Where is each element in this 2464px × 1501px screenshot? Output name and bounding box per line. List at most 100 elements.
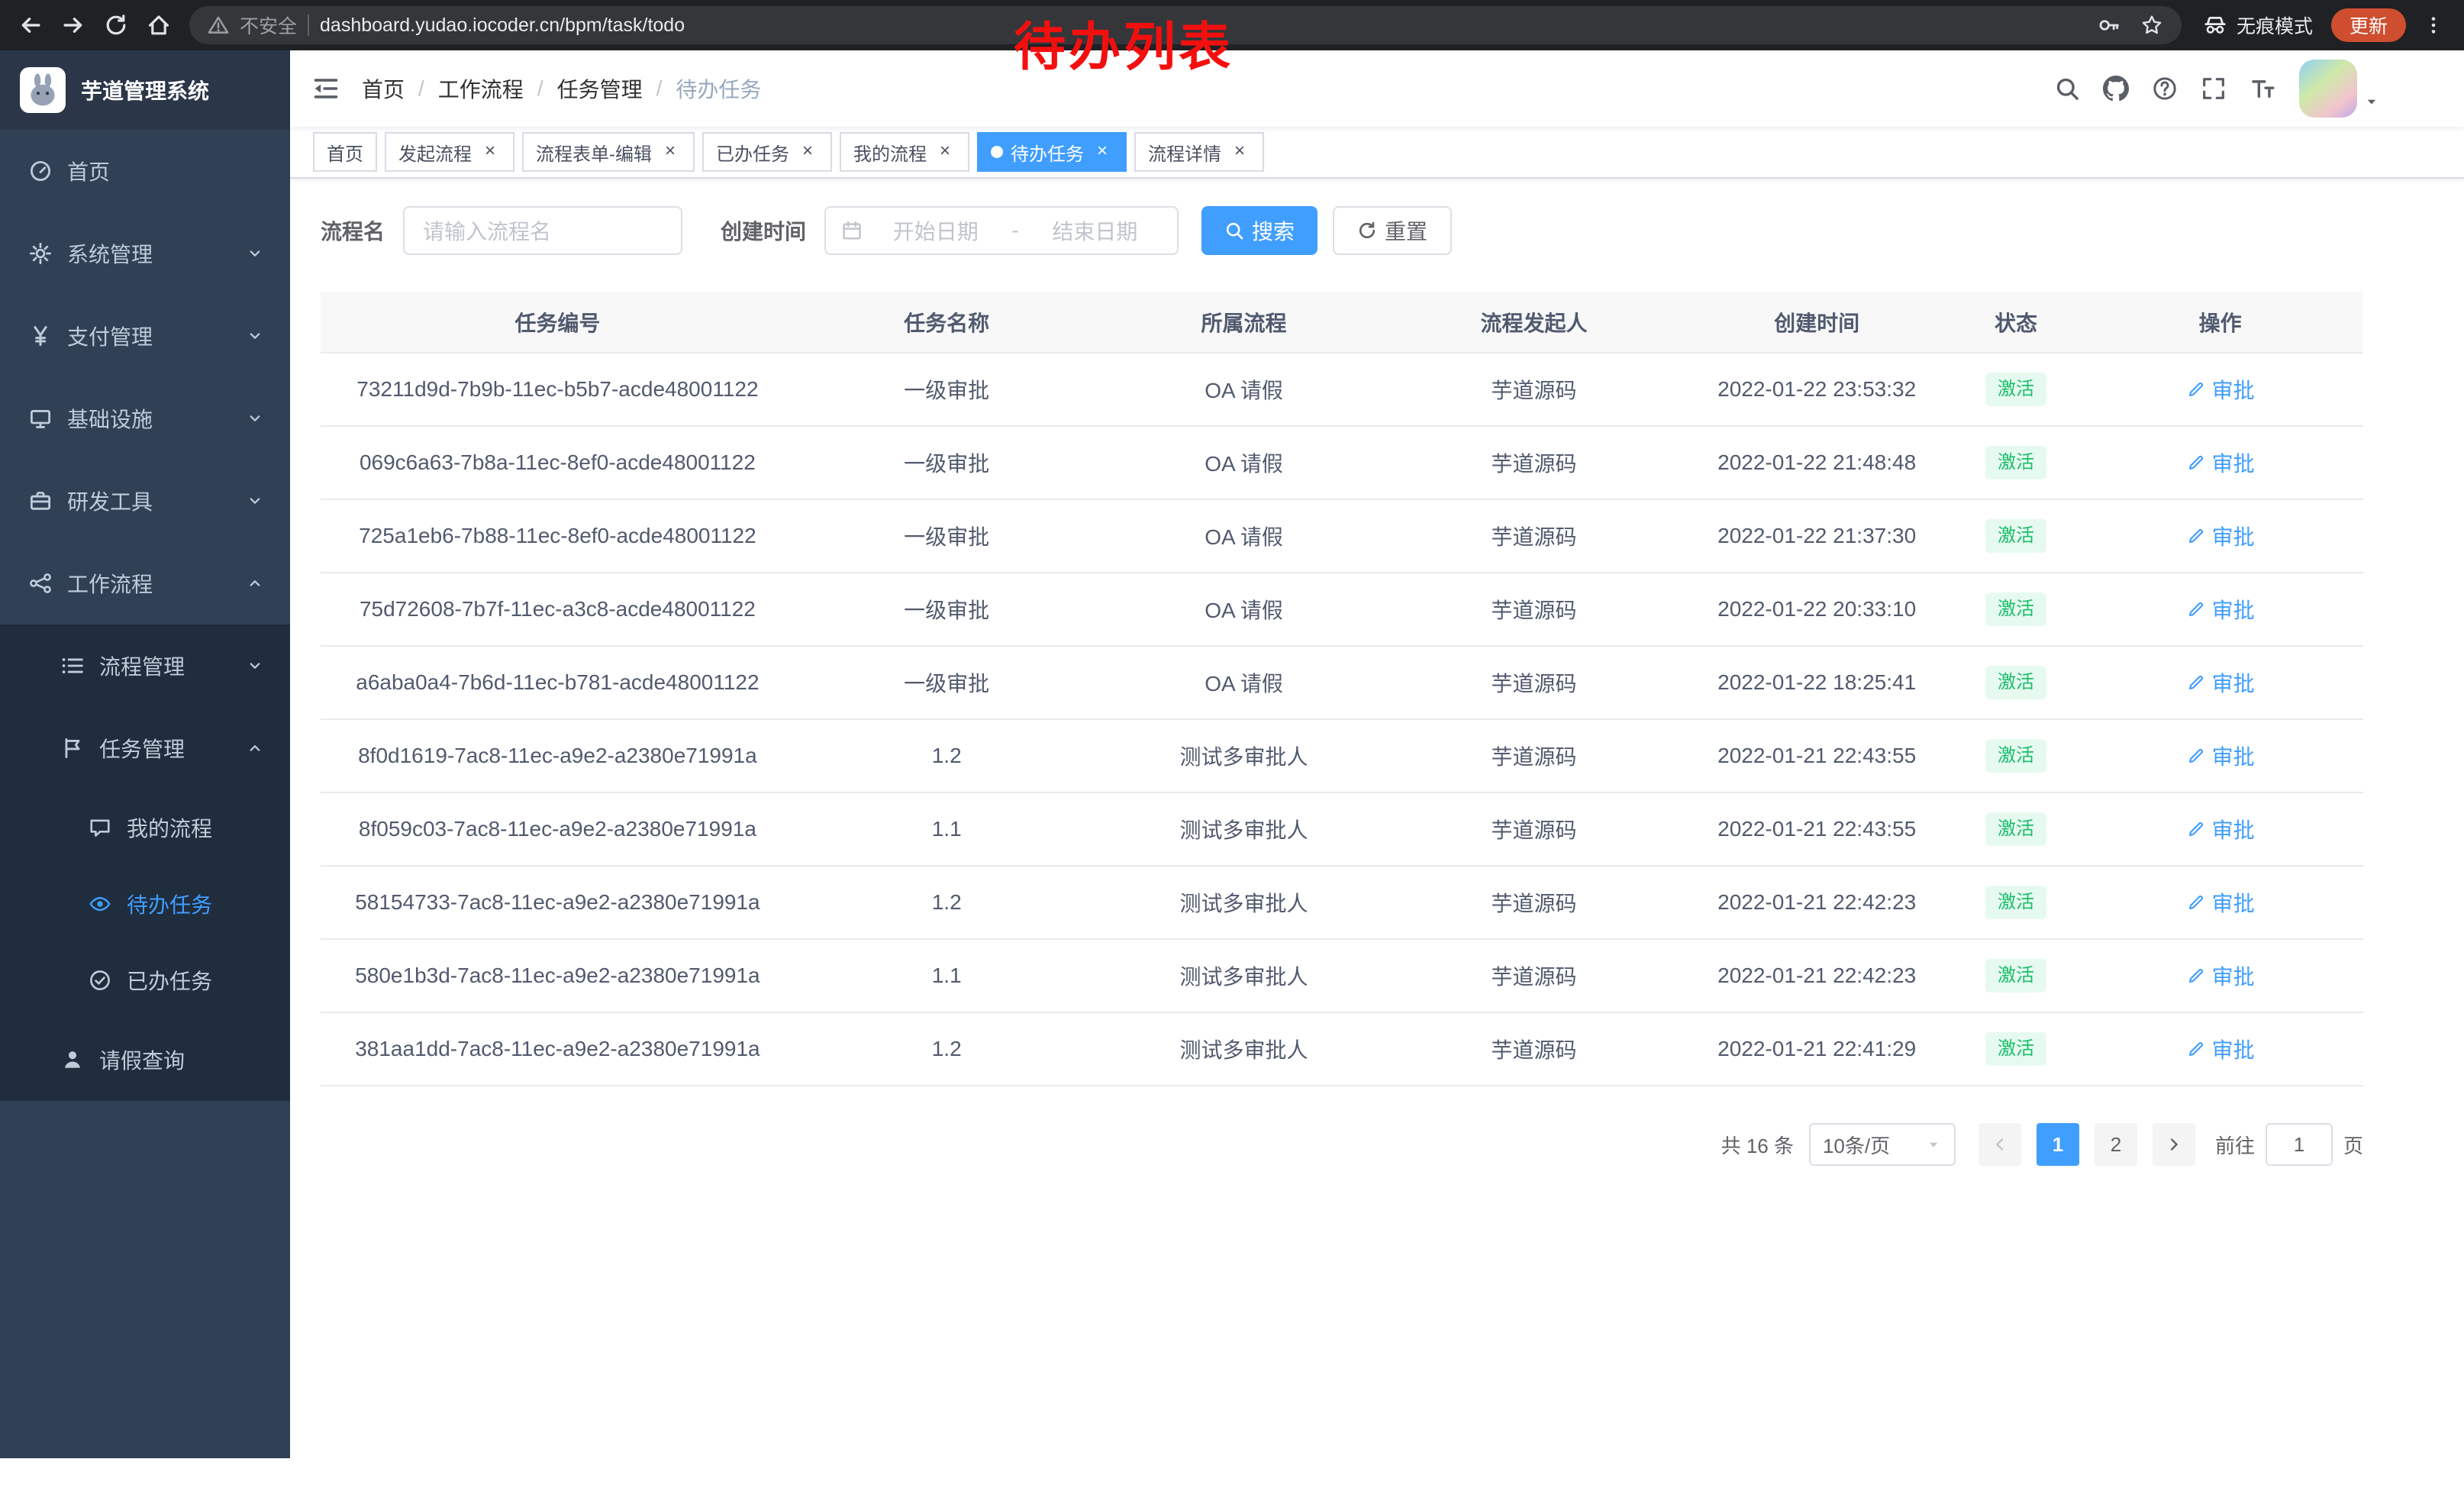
sidebar-item-workflow[interactable]: 工作流程 <box>0 542 290 625</box>
next-page-button[interactable] <box>2153 1123 2195 1166</box>
page-button-2[interactable]: 2 <box>2095 1123 2137 1166</box>
todo-task-table: 任务编号任务名称所属流程流程发起人创建时间状态操作 73211d9d-7b9b-… <box>321 292 2363 1086</box>
sidebar-item-dev-tools[interactable]: 研发工具 <box>0 460 290 542</box>
page-size-value: 10条/页 <box>1823 1131 1890 1159</box>
breadcrumb-item-home[interactable]: 首页 <box>362 73 405 104</box>
app-title: 芋道管理系统 <box>81 75 209 105</box>
column-header: 任务名称 <box>795 292 1099 353</box>
status-badge: 激活 <box>1985 519 2046 553</box>
tab-close-icon[interactable]: × <box>797 141 818 163</box>
date-range-picker[interactable]: 开始日期 - 结束日期 <box>824 206 1179 255</box>
browser-home-button[interactable] <box>137 4 180 47</box>
tab-close-icon[interactable]: × <box>660 141 681 163</box>
tab-process-detail[interactable]: 流程详情× <box>1134 132 1264 172</box>
sidebar-item-payment[interactable]: 支付管理 <box>0 295 290 377</box>
sidebar-item-done-task[interactable]: 已办任务 <box>0 942 290 1018</box>
cell-task-id: 8f0d1619-7ac8-11ec-a9e2-a2380e71991a <box>321 719 795 792</box>
tab-close-icon[interactable]: × <box>1229 141 1250 163</box>
tab-start-process[interactable]: 发起流程 × <box>385 132 514 172</box>
browser-refresh-button[interactable] <box>95 4 137 47</box>
tab-done-task[interactable]: 已办任务× <box>702 132 832 172</box>
browser-menu-button[interactable] <box>2412 4 2455 47</box>
cell-task-id: 73211d9d-7b9b-11ec-b5b7-acde48001122 <box>321 353 795 426</box>
bookmark-star-icon[interactable] <box>2140 14 2163 37</box>
tab-form-edit[interactable]: 流程表单-编辑× <box>522 132 695 172</box>
approve-link[interactable]: 审批 <box>2186 447 2255 478</box>
tab-close-icon[interactable]: × <box>934 141 956 163</box>
breadcrumb-separator: / <box>656 76 663 101</box>
cell-initiator: 芋道源码 <box>1389 426 1679 499</box>
password-key-icon[interactable] <box>2098 14 2121 37</box>
goto-page-input[interactable]: 1 <box>2266 1123 2333 1166</box>
cell-action: 审批 <box>2077 719 2363 792</box>
approve-link[interactable]: 审批 <box>2186 887 2255 918</box>
approve-link[interactable]: 审批 <box>2186 374 2255 405</box>
breadcrumb-item-task-mgmt[interactable]: 任务管理 <box>557 73 643 104</box>
table-row: 069c6a63-7b8a-11ec-8ef0-acde48001122一级审批… <box>321 426 2363 499</box>
approve-link[interactable]: 审批 <box>2186 521 2255 551</box>
fullscreen-button[interactable] <box>2189 63 2238 115</box>
cell-action: 审批 <box>2077 866 2363 939</box>
update-button[interactable]: 更新 <box>2331 8 2406 42</box>
search-icon <box>2054 76 2080 102</box>
cell-created-time: 2022-01-21 22:43:55 <box>1679 792 1955 866</box>
range-separator: - <box>1008 218 1021 243</box>
column-header: 所属流程 <box>1099 292 1389 353</box>
font-size-button[interactable] <box>2238 63 2287 115</box>
cell-status: 激活 <box>1955 866 2078 939</box>
github-button[interactable] <box>2091 63 2140 115</box>
header-search-button[interactable] <box>2043 63 2091 115</box>
cell-task-id: 8f059c03-7ac8-11ec-a9e2-a2380e71991a <box>321 792 795 866</box>
page-button-1[interactable]: 1 <box>2037 1123 2079 1166</box>
cell-process: OA 请假 <box>1099 353 1389 426</box>
tab-home[interactable]: 首页 <box>313 132 377 172</box>
avatar-caret-icon[interactable] <box>2363 93 2380 118</box>
search-button[interactable]: 搜索 <box>1201 206 1317 255</box>
approve-link-label: 审批 <box>2212 741 2255 771</box>
table-row: 75d72608-7b7f-11ec-a3c8-acde48001122一级审批… <box>321 573 2363 646</box>
approve-link[interactable]: 审批 <box>2186 960 2255 991</box>
chevron-down-icon <box>246 492 264 510</box>
cell-task-id: a6aba0a4-7b6d-11ec-b781-acde48001122 <box>321 646 795 719</box>
table-header-row: 任务编号任务名称所属流程流程发起人创建时间状态操作 <box>321 292 2363 353</box>
approve-link[interactable]: 审批 <box>2186 667 2255 698</box>
cell-task-name: 1.1 <box>795 939 1099 1012</box>
approve-link[interactable]: 审批 <box>2186 814 2255 844</box>
process-name-input[interactable]: 请输入流程名 <box>403 206 682 255</box>
sidebar-toggle-button[interactable] <box>290 50 362 127</box>
page-content: 流程名 请输入流程名 创建时间 开始日期 - 结束日期 搜索 <box>290 179 2464 1501</box>
sidebar-item-system[interactable]: 系统管理 <box>0 212 290 295</box>
approve-link[interactable]: 审批 <box>2186 1034 2255 1064</box>
tab-my-process[interactable]: 我的流程× <box>840 132 969 172</box>
tab-close-icon[interactable]: × <box>1092 141 1113 163</box>
sidebar-item-home[interactable]: 首页 <box>0 130 290 212</box>
gear-icon <box>29 242 52 265</box>
browser-back-button[interactable] <box>9 4 52 47</box>
cell-task-name: 一级审批 <box>795 426 1099 499</box>
tab-todo-task[interactable]: 待办任务× <box>977 132 1127 172</box>
sidebar-item-leave-query[interactable]: 请假查询 <box>0 1018 290 1101</box>
table-row: 580e1b3d-7ac8-11ec-a9e2-a2380e71991a1.1测… <box>321 939 2363 1012</box>
tab-close-icon[interactable]: × <box>479 141 501 163</box>
browser-forward-button[interactable] <box>52 4 95 47</box>
prev-page-button[interactable] <box>1979 1123 2021 1166</box>
reset-button[interactable]: 重置 <box>1333 206 1452 255</box>
sidebar-item-task-mgmt[interactable]: 任务管理 <box>0 707 290 789</box>
edit-icon <box>2186 746 2206 766</box>
page-size-select[interactable]: 10条/页 <box>1809 1123 1956 1166</box>
tab-label: 发起流程 <box>398 139 472 166</box>
approve-link[interactable]: 审批 <box>2186 594 2255 625</box>
breadcrumb-separator: / <box>418 76 424 101</box>
cell-process: 测试多审批人 <box>1099 1012 1389 1086</box>
breadcrumb-separator: / <box>537 76 543 101</box>
cell-created-time: 2022-01-21 22:42:23 <box>1679 866 1955 939</box>
user-avatar[interactable] <box>2299 60 2357 118</box>
help-button[interactable] <box>2140 63 2189 115</box>
sidebar-item-my-process[interactable]: 我的流程 <box>0 789 290 866</box>
sidebar-item-todo-task[interactable]: 待办任务 <box>0 866 290 942</box>
sidebar-item-infrastructure[interactable]: 基础设施 <box>0 377 290 460</box>
approve-link[interactable]: 审批 <box>2186 741 2255 771</box>
breadcrumb-item-workflow[interactable]: 工作流程 <box>438 73 524 104</box>
sidebar-item-process-mgmt[interactable]: 流程管理 <box>0 625 290 707</box>
dashboard-icon <box>29 160 52 182</box>
